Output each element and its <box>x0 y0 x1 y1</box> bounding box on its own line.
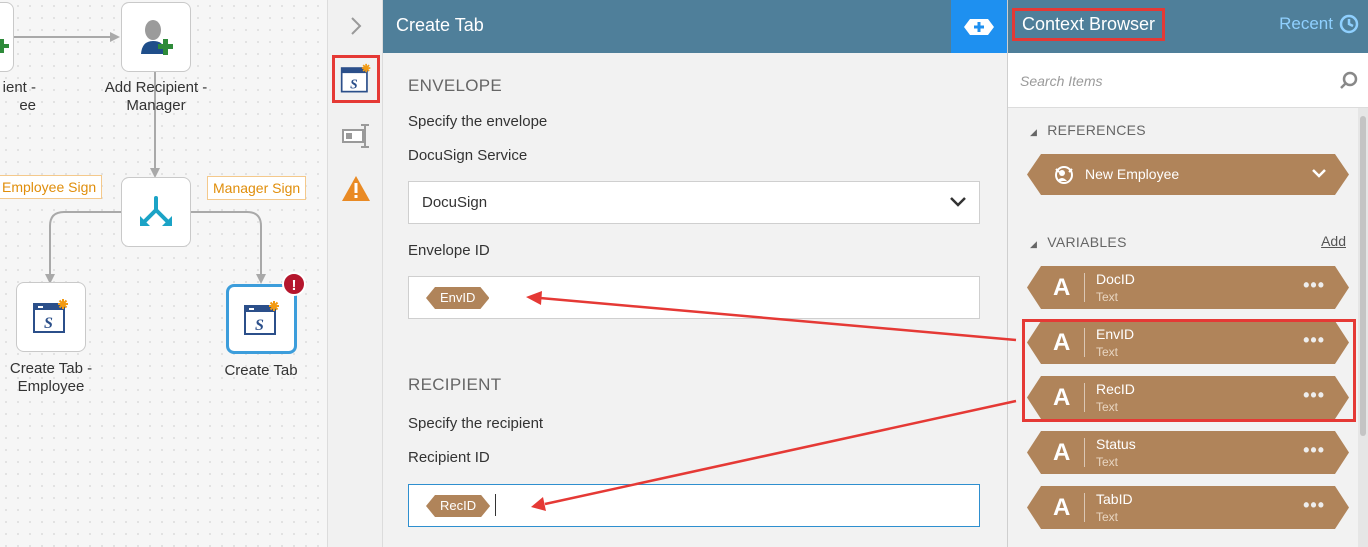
recipient-id-field[interactable]: RecID <box>408 484 980 527</box>
collapse-triangle-icon: ◢ <box>1030 239 1038 249</box>
search-icon[interactable] <box>1339 71 1359 91</box>
collapse-panel-button[interactable] <box>332 2 380 50</box>
add-recipient-manager-node[interactable] <box>121 2 191 72</box>
add-token-icon <box>964 18 994 35</box>
add-recipient-employee-node[interactable] <box>0 2 14 72</box>
more-options-icon[interactable]: ••• <box>1303 495 1325 516</box>
variable-item-tabid[interactable]: A TabID Text ••• <box>1027 486 1349 529</box>
svg-text:S: S <box>255 317 264 334</box>
reference-item-icon <box>1053 165 1075 185</box>
properties-panel: Create Tab ENVELOPE Specify the envelope… <box>383 0 1007 547</box>
references-section-header[interactable]: ◢ REFERENCES <box>1030 122 1146 138</box>
branch-label-manager[interactable]: Manager Sign <box>207 176 307 200</box>
chevron-right-icon <box>351 17 362 35</box>
scrollbar-thumb[interactable] <box>1360 116 1366 436</box>
section-title-recipient: RECIPIENT <box>408 375 502 394</box>
form-field-icon <box>342 124 369 148</box>
variable-item-docid[interactable]: A DocID Text ••• <box>1027 266 1349 309</box>
error-badge[interactable]: ! <box>282 272 306 296</box>
variable-name: Status <box>1096 436 1136 452</box>
docusign-tab-icon: S <box>33 299 68 333</box>
node-label: Create Tab <box>224 362 298 379</box>
decision-node[interactable] <box>121 177 191 247</box>
docusign-service-select[interactable]: DocuSign <box>408 181 980 224</box>
recipient-id-label: Recipient ID <box>408 449 490 466</box>
highlight-box <box>1022 319 1356 422</box>
text-type-icon: A <box>1053 274 1071 301</box>
variable-type: Text <box>1096 510 1119 524</box>
docusign-service-value: DocuSign <box>422 194 488 211</box>
envelope-id-field[interactable]: EnvID <box>408 276 980 319</box>
docusign-tab-icon: S <box>243 301 279 335</box>
properties-header: Create Tab <box>383 0 1007 53</box>
add-variable-link[interactable]: Add <box>1321 233 1346 249</box>
workflow-canvas[interactable]: ient - ee Add Recipient - Manager Employ… <box>0 0 327 547</box>
tool-form-field[interactable] <box>332 112 380 160</box>
text-type-icon: A <box>1053 439 1071 466</box>
recid-token[interactable]: RecID <box>426 495 490 517</box>
envid-token[interactable]: EnvID <box>426 287 489 309</box>
section-title-envelope: ENVELOPE <box>408 76 503 95</box>
variable-item-status[interactable]: A Status Text ••• <box>1027 431 1349 474</box>
clock-icon[interactable] <box>1339 14 1359 34</box>
variables-section-header[interactable]: ◢ VARIABLES <box>1030 234 1127 250</box>
envelope-description: Specify the envelope <box>408 113 548 130</box>
reference-item-new-employee[interactable]: New Employee <box>1027 154 1349 195</box>
branch-split-icon <box>140 196 172 226</box>
tool-warnings[interactable] <box>332 165 380 213</box>
recipient-description: Specify the recipient <box>408 415 544 432</box>
chevron-down-icon[interactable] <box>1311 168 1327 180</box>
user-add-icon <box>141 20 173 55</box>
add-token-button[interactable] <box>951 0 1007 53</box>
more-options-icon[interactable]: ••• <box>1303 275 1325 296</box>
context-browser-title: Context Browser <box>1012 8 1166 41</box>
variable-type: Text <box>1096 290 1119 304</box>
collapse-triangle-icon: ◢ <box>1030 127 1038 137</box>
create-tab-employee-node[interactable]: S <box>16 282 86 352</box>
search-bar <box>1008 53 1368 108</box>
node-label: Add Recipient - Manager <box>104 79 208 114</box>
warning-icon <box>342 176 370 201</box>
property-toolbar: S <box>327 0 383 547</box>
create-tab-node[interactable]: S <box>226 284 297 354</box>
branch-label-employee[interactable]: Employee Sign <box>0 175 103 199</box>
scrollbar[interactable] <box>1358 108 1368 547</box>
svg-text:S: S <box>350 76 358 91</box>
chevron-down-icon <box>950 197 966 207</box>
node-label: Create Tab - Employee <box>9 360 93 395</box>
variable-name: DocID <box>1096 271 1135 287</box>
docusign-tab-icon: S <box>340 63 371 93</box>
text-caret <box>495 494 496 516</box>
tool-create-tab[interactable]: S <box>332 55 380 103</box>
node-label: ient - ee <box>2 79 36 114</box>
context-browser: Context Browser Recent ◢ REFERENCES New E… <box>1007 0 1368 547</box>
more-options-icon[interactable]: ••• <box>1303 440 1325 461</box>
reference-item-label: New Employee <box>1085 166 1180 182</box>
docusign-service-label: DocuSign Service <box>408 147 528 164</box>
references-title: REFERENCES <box>1047 122 1146 138</box>
text-type-icon: A <box>1053 494 1071 521</box>
search-input[interactable] <box>1020 69 1320 93</box>
envelope-id-label: Envelope ID <box>408 242 490 259</box>
panel-title: Create Tab <box>396 15 484 35</box>
context-browser-header: Context Browser Recent <box>1008 0 1368 53</box>
variables-title: VARIABLES <box>1047 234 1127 250</box>
variable-name: TabID <box>1096 491 1133 507</box>
variable-type: Text <box>1096 455 1119 469</box>
svg-text:S: S <box>44 315 53 332</box>
recent-link[interactable]: Recent <box>1279 14 1333 34</box>
plus-icon <box>0 39 9 53</box>
